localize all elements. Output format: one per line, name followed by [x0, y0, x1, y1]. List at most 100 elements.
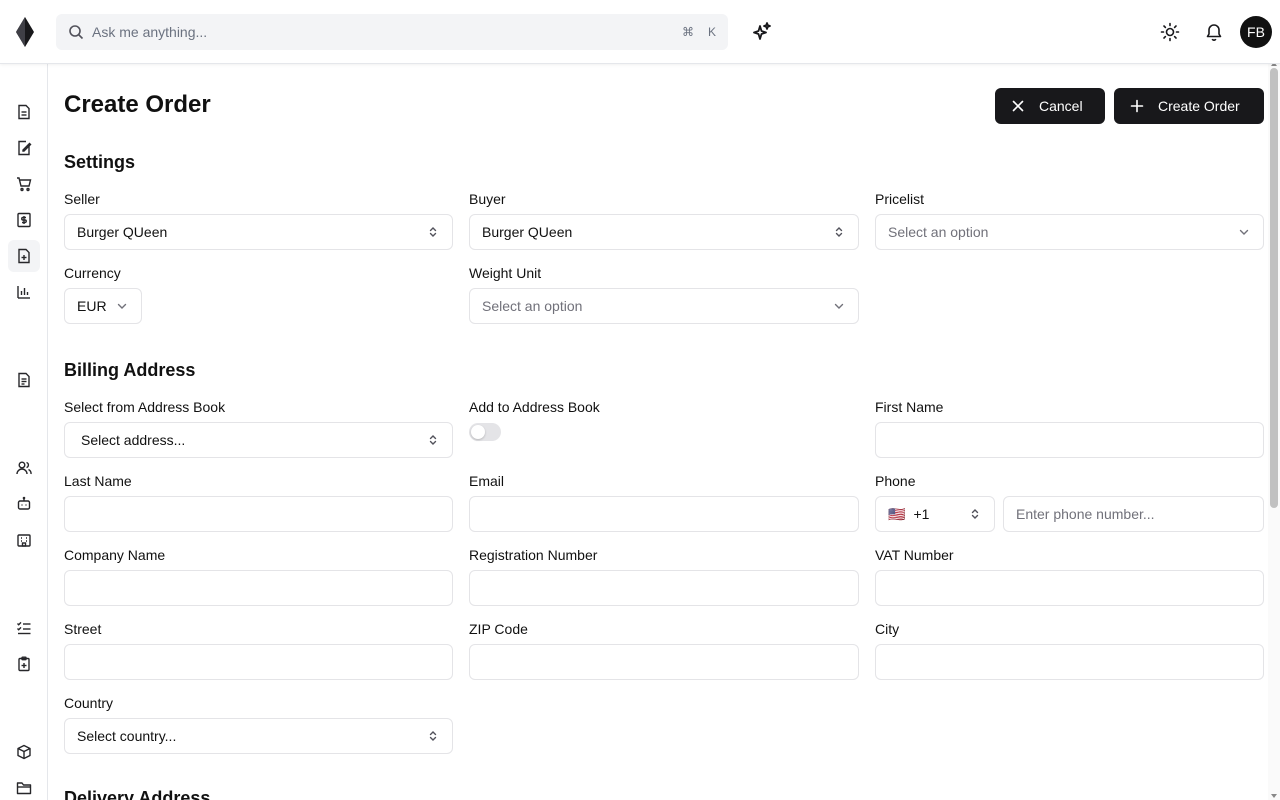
sidebar [0, 64, 48, 800]
pricelist-label: Pricelist [875, 191, 925, 207]
scrollbar-thumb[interactable] [1270, 68, 1278, 508]
buyer-label: Buyer [469, 191, 506, 207]
seller-select[interactable]: Burger QUeen [64, 214, 453, 250]
weight-unit-placeholder: Select an option [482, 298, 583, 314]
phone-code-value: +1 [913, 506, 930, 522]
weight-unit-select[interactable]: Select an option [469, 288, 859, 324]
chevron-down-icon [1239, 229, 1249, 235]
zip-code-input[interactable] [469, 644, 859, 680]
last-name-label: Last Name [64, 473, 132, 489]
registration-number-label: Registration Number [469, 547, 598, 563]
sidebar-item-companies[interactable] [8, 524, 40, 556]
company-name-label: Company Name [64, 547, 166, 563]
sidebar-item-edit[interactable] [8, 132, 40, 164]
robot-icon [17, 496, 31, 510]
clipboard-add-icon [18, 656, 30, 672]
address-book-select[interactable]: Select address... [64, 422, 453, 458]
sidebar-item-clipboard[interactable] [8, 648, 40, 680]
sidebar-item-tasks[interactable] [8, 612, 40, 644]
sidebar-item-files[interactable] [8, 772, 40, 800]
currency-select[interactable]: EUR [64, 288, 142, 324]
email-label: Email [469, 473, 505, 489]
document-add-icon [18, 248, 30, 264]
add-to-address-book-label: Add to Address Book [469, 399, 600, 415]
chevron-down-icon [117, 303, 127, 309]
phone-label: Phone [875, 473, 916, 489]
phone-number-placeholder: Enter phone number... [1016, 506, 1155, 522]
sidebar-item-analytics[interactable] [8, 276, 40, 308]
folder-icon [16, 782, 32, 795]
delivery-section-title: Delivery Address [64, 788, 211, 800]
page-scrollbar[interactable] [1268, 62, 1280, 800]
first-name-input[interactable] [875, 422, 1264, 458]
cancel-button[interactable]: Cancel [995, 88, 1105, 124]
user-avatar[interactable]: FB [1240, 16, 1272, 48]
search-placeholder: Ask me anything... [92, 24, 208, 40]
address-book-value: Select address... [81, 432, 186, 448]
create-order-label: Create Order [1158, 98, 1240, 114]
notifications-icon[interactable] [1204, 22, 1224, 42]
pricelist-placeholder: Select an option [888, 224, 989, 240]
scroll-down-arrow[interactable] [1271, 794, 1277, 798]
shortcut-cmd: ⌘ [681, 25, 694, 39]
sidebar-item-users[interactable] [8, 452, 40, 484]
seller-label: Seller [64, 191, 100, 207]
city-label: City [875, 621, 900, 637]
registration-number-input[interactable] [469, 570, 859, 606]
email-input[interactable] [469, 496, 859, 532]
building-icon [17, 534, 31, 547]
country-select[interactable]: Select country... [64, 718, 453, 754]
chevron-up-down-icon [429, 227, 437, 237]
page-title: Create Order [64, 91, 211, 118]
pricelist-select[interactable]: Select an option [875, 214, 1264, 250]
close-icon [1012, 100, 1024, 112]
plus-icon [1130, 99, 1144, 113]
checklist-icon [17, 621, 31, 635]
buyer-select[interactable]: Burger QUeen [469, 214, 859, 250]
zip-code-label: ZIP Code [469, 621, 528, 637]
phone-number-input[interactable]: Enter phone number... [1003, 496, 1264, 532]
cart-icon [17, 177, 32, 192]
create-order-button[interactable]: Create Order [1114, 88, 1264, 124]
street-label: Street [64, 621, 102, 637]
address-book-label: Select from Address Book [64, 399, 226, 415]
sidebar-item-bots[interactable] [8, 488, 40, 520]
sidebar-item-documents[interactable] [8, 96, 40, 128]
search-icon [69, 25, 84, 40]
first-name-label: First Name [875, 399, 944, 415]
chevron-down-icon [834, 303, 844, 309]
ai-sparkle-icon[interactable] [751, 21, 773, 43]
country-value: Select country... [77, 728, 177, 744]
theme-toggle-icon[interactable] [1160, 22, 1180, 42]
chevron-up-down-icon [429, 435, 437, 445]
sidebar-item-billing[interactable] [8, 204, 40, 236]
country-label: Country [64, 695, 114, 711]
sidebar-item-products[interactable] [8, 736, 40, 768]
buyer-value: Burger QUeen [482, 224, 573, 240]
street-input[interactable] [64, 644, 453, 680]
sidebar-item-reports[interactable] [8, 364, 40, 396]
last-name-input[interactable] [64, 496, 453, 532]
sidebar-item-orders[interactable] [8, 240, 40, 272]
bar-chart-icon [17, 286, 30, 299]
top-bar: Ask me anything... ⌘ K FB [0, 0, 1280, 64]
shortcut-key: K [707, 25, 716, 39]
main-content: Create Order Cancel Create Order Setting… [64, 64, 1264, 800]
logo-icon[interactable] [14, 17, 36, 47]
currency-label: Currency [64, 265, 121, 281]
phone-country-code-select[interactable]: 🇺🇸 +1 [875, 496, 995, 532]
cancel-label: Cancel [1039, 98, 1083, 114]
sidebar-item-cart[interactable] [8, 168, 40, 200]
us-flag-icon: 🇺🇸 [888, 505, 906, 522]
city-input[interactable] [875, 644, 1264, 680]
document-icon [18, 104, 30, 120]
document-edit-icon [18, 140, 32, 156]
search-bar[interactable]: Ask me anything... ⌘ K [56, 14, 728, 50]
vat-number-input[interactable] [875, 570, 1264, 606]
company-name-input[interactable] [64, 570, 453, 606]
currency-value: EUR [77, 298, 107, 314]
add-to-address-book-toggle[interactable] [469, 423, 501, 441]
chevron-up-down-icon [429, 731, 437, 741]
chevron-up-down-icon [971, 509, 979, 519]
toggle-knob [471, 425, 485, 439]
